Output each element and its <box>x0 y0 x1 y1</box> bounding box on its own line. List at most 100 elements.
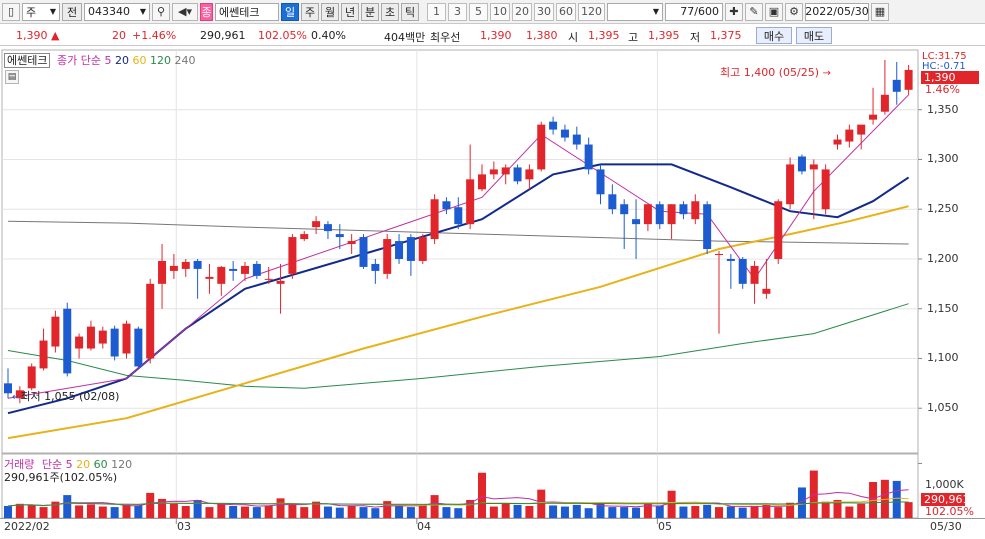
chart-settings-icon[interactable]: ▤ <box>5 70 19 84</box>
volume-bar <box>323 506 332 518</box>
x-label-apr: 04 <box>417 520 431 533</box>
candle-body <box>679 204 688 215</box>
candle-body <box>300 234 309 240</box>
gear-icon[interactable]: ⚙ <box>785 2 803 21</box>
volume-bar <box>134 505 143 518</box>
x-label-may: 05 <box>658 520 672 533</box>
candle-body <box>383 239 392 274</box>
candlestick-chart[interactable] <box>0 48 985 539</box>
candle-body <box>537 124 546 170</box>
crosshair-icon[interactable]: ✚ <box>725 2 743 21</box>
sound-icon[interactable]: ◀▾ <box>172 2 198 21</box>
search-icon[interactable]: ⚲ <box>152 2 170 21</box>
volume-bar <box>217 503 226 518</box>
chart-area[interactable]: 에쎈테크 종가 단순 5 20 60 120 240 ▤ 최고 1,400 (0… <box>0 48 985 539</box>
price-tick-label: 1,150 <box>927 301 959 315</box>
candle-body <box>312 221 321 228</box>
candle-body <box>608 194 617 210</box>
candle-body <box>478 174 486 190</box>
turnover-rate: 0.40% <box>311 29 346 42</box>
candle-body <box>146 283 155 359</box>
tab-month[interactable]: 월 <box>321 2 339 21</box>
candle-body <box>691 201 700 220</box>
volume-bar <box>608 507 617 518</box>
window-menu-icon[interactable]: ▯ <box>2 2 20 21</box>
volume-bar <box>241 506 249 518</box>
count-field[interactable]: 77/600 <box>665 2 723 21</box>
interval-3[interactable]: 3 <box>448 2 467 21</box>
candle-body <box>703 204 712 250</box>
candle-body <box>51 316 60 347</box>
volume-bar <box>4 506 12 518</box>
volume-bar <box>264 505 273 518</box>
price-tick-label: 1,250 <box>927 202 959 216</box>
code-input[interactable]: 043340 ▼ <box>84 2 150 21</box>
price-change-pct: +1.46% <box>132 29 177 42</box>
legend-ma120: 120 <box>149 54 171 67</box>
period-select[interactable]: 주 ▼ <box>22 2 60 21</box>
volume-bar <box>335 507 344 518</box>
tab-year[interactable]: 년 <box>341 2 359 21</box>
candle-body <box>359 237 368 267</box>
candle-body <box>193 260 202 269</box>
legend-ma60: 60 <box>132 54 147 67</box>
volume-bar <box>442 507 451 518</box>
volume-bar <box>691 506 700 518</box>
interval-60[interactable]: 60 <box>556 2 576 21</box>
buy-button[interactable]: 매수 <box>756 27 792 44</box>
draw-tool-icon[interactable]: ✎ <box>745 2 763 21</box>
calendar-icon[interactable]: ▦ <box>871 2 889 21</box>
best-ask: 1,390 <box>480 29 512 42</box>
volume-bar <box>655 505 664 518</box>
volume-bar <box>169 503 178 518</box>
tab-minute[interactable]: 분 <box>361 2 379 21</box>
candle-body <box>643 204 652 225</box>
high-annotation: 최고 1,400 (05/25) → <box>720 64 831 80</box>
candle-body <box>726 258 735 261</box>
tab-tick[interactable]: 틱 <box>401 2 419 21</box>
legend-ma5: 5 <box>104 54 112 67</box>
tab-day[interactable]: 일 <box>281 2 299 21</box>
candle-body <box>39 340 48 369</box>
volume-bar <box>418 505 427 518</box>
candle-body <box>288 237 297 274</box>
interval-30[interactable]: 30 <box>534 2 554 21</box>
candle-body <box>667 204 676 225</box>
candle-body <box>395 241 404 259</box>
legend-ma240: 240 <box>174 54 196 67</box>
candle-body <box>513 167 522 182</box>
interval-20[interactable]: 20 <box>512 2 532 21</box>
volume-bar <box>857 503 866 518</box>
custom-interval-select[interactable]: ▼ <box>607 2 663 21</box>
tab-week[interactable]: 주 <box>301 2 319 21</box>
candle-body <box>241 265 249 274</box>
interval-1[interactable]: 1 <box>427 2 446 21</box>
volume-bar <box>489 506 498 518</box>
date-field[interactable]: 2022/05/30 <box>805 2 869 21</box>
volume-bar <box>904 502 913 518</box>
candle-body <box>549 121 558 130</box>
interval-120[interactable]: 120 <box>578 2 605 21</box>
code-input-value: 043340 <box>88 5 130 18</box>
volume-value: 290,961 <box>200 29 246 42</box>
price-legend: 에쎈테크 종가 단순 5 20 60 120 240 <box>4 52 195 68</box>
interval-5[interactable]: 5 <box>469 2 488 21</box>
price-change: 20 <box>112 29 126 42</box>
volume-bar <box>181 506 190 518</box>
sell-button[interactable]: 매도 <box>796 27 832 44</box>
volume-bar <box>560 506 569 518</box>
tab-second[interactable]: 초 <box>381 2 399 21</box>
volume-bar <box>347 506 356 518</box>
candle-body <box>632 219 641 225</box>
volume-bar <box>726 506 735 518</box>
save-icon[interactable]: ▣ <box>765 2 783 21</box>
x-label-last: 05/30 <box>930 520 962 533</box>
market-button[interactable]: 전 <box>62 2 82 21</box>
interval-10[interactable]: 10 <box>490 2 510 21</box>
candle-body <box>489 169 498 175</box>
last-price-pct: 1.46% <box>925 83 960 96</box>
current-price: 1,390 ▲ <box>16 29 60 42</box>
last-volume-pct: 102.05% <box>925 505 974 518</box>
volume-bar <box>122 504 131 518</box>
toolbar: ▯ 주 ▼ 전 043340 ▼ ⚲ ◀▾ 종 에쎈테크 일 주 월 년 분 초 틱… <box>0 0 985 24</box>
